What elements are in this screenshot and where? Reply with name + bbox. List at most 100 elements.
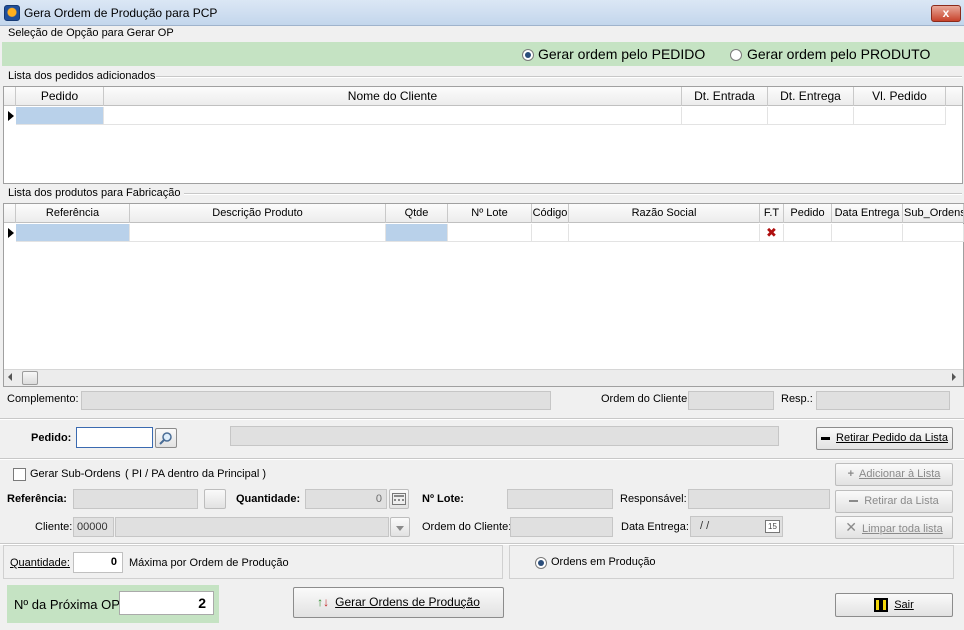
sub-ordens-hint: ( PI / PA dentro da Principal ) bbox=[125, 468, 267, 480]
divider bbox=[0, 418, 964, 420]
col-lote[interactable]: Nº Lote bbox=[448, 204, 532, 223]
quantidade-label: Quantidade: bbox=[236, 493, 301, 505]
table-cell[interactable] bbox=[854, 107, 946, 125]
sair-label: Sair bbox=[894, 599, 914, 611]
referencia-lookup-button[interactable] bbox=[204, 489, 226, 509]
col-descricao[interactable]: Descrição Produto bbox=[130, 204, 386, 223]
scroll-left-arrow-icon[interactable] bbox=[8, 373, 12, 381]
limpar-lista-button[interactable]: ✕ Limpar toda lista bbox=[835, 516, 953, 539]
responsavel-field bbox=[688, 489, 830, 509]
minus-icon bbox=[821, 436, 831, 440]
gerar-ordens-button[interactable]: ↑↓ Gerar Ordens de Produção bbox=[293, 587, 504, 618]
cliente-select bbox=[115, 517, 389, 537]
table-cell[interactable] bbox=[784, 224, 832, 242]
sair-button[interactable]: Sair bbox=[835, 593, 953, 617]
quantidade-field: 0 bbox=[305, 489, 387, 509]
table-cell[interactable] bbox=[903, 224, 964, 242]
col-pedido[interactable]: Pedido bbox=[784, 204, 832, 223]
referencia-label: Referência: bbox=[7, 493, 67, 505]
radio-produto[interactable] bbox=[730, 49, 742, 61]
current-row-indicator bbox=[8, 111, 14, 121]
col-ft[interactable]: F.T bbox=[760, 204, 784, 223]
table-cell[interactable] bbox=[448, 224, 532, 242]
scroll-right-arrow-icon[interactable] bbox=[952, 373, 956, 381]
table-cell[interactable] bbox=[130, 224, 386, 242]
col-dt-entrega[interactable]: Dt. Entrega bbox=[768, 87, 854, 106]
resp-label: Resp.: bbox=[781, 393, 813, 405]
table-cell[interactable] bbox=[682, 107, 768, 125]
col-dt-entrada[interactable]: Dt. Entrada bbox=[682, 87, 768, 106]
col-sub-ordens[interactable]: Sub_Ordens bbox=[903, 204, 964, 223]
produtos-table-header: Referência Descrição Produto Qtde Nº Lot… bbox=[4, 204, 964, 223]
table-cell[interactable] bbox=[768, 107, 854, 125]
pedidos-table[interactable]: Pedido Nome do Cliente Dt. Entrada Dt. E… bbox=[3, 86, 963, 184]
responsavel-label: Responsável: bbox=[620, 493, 687, 505]
retirar-lista-label: Retirar da Lista bbox=[864, 495, 939, 507]
close-button[interactable]: x bbox=[931, 5, 961, 22]
cliente-code-field: 00000 bbox=[73, 517, 114, 537]
calculator-button[interactable] bbox=[389, 489, 409, 509]
divider bbox=[184, 193, 962, 195]
table-cell[interactable] bbox=[832, 224, 903, 242]
quantidade-max-input[interactable]: 0 bbox=[73, 552, 123, 573]
current-row-indicator bbox=[8, 228, 14, 238]
table-cell[interactable] bbox=[386, 224, 448, 242]
ordem-cliente-sub-label: Ordem do Cliente: bbox=[422, 521, 512, 533]
data-entrega-field: / / 15 bbox=[690, 516, 783, 537]
app-icon bbox=[4, 5, 20, 21]
arrow-down-icon: ↓ bbox=[323, 595, 330, 609]
complemento-field bbox=[81, 391, 551, 410]
scrollbar-thumb[interactable] bbox=[22, 371, 38, 385]
pedido-label: Pedido: bbox=[31, 432, 72, 444]
ordem-cliente-sub-field bbox=[510, 517, 613, 537]
col-referencia[interactable]: Referência bbox=[16, 204, 130, 223]
plus-icon: + bbox=[847, 468, 855, 480]
quantidade-max-suffix: Máxima por Ordem de Produção bbox=[129, 557, 289, 569]
search-button[interactable] bbox=[155, 428, 177, 448]
table-cell[interactable] bbox=[16, 107, 104, 125]
clear-x-icon: ✕ bbox=[845, 519, 857, 535]
table-cell[interactable] bbox=[16, 224, 130, 242]
col-vl-pedido[interactable]: Vl. Pedido bbox=[854, 87, 946, 106]
cliente-label: Cliente: bbox=[35, 521, 73, 533]
col-razao-social[interactable]: Razão Social bbox=[569, 204, 760, 223]
radio-ordens-producao-label[interactable]: Ordens em Produção bbox=[551, 556, 656, 568]
divider bbox=[0, 458, 964, 460]
lote-field bbox=[507, 489, 613, 509]
cliente-dropdown-button[interactable] bbox=[390, 517, 410, 537]
limpar-lista-label: Limpar toda lista bbox=[862, 523, 943, 535]
pedido-input[interactable] bbox=[76, 427, 153, 448]
retirar-lista-button[interactable]: Retirar da Lista bbox=[835, 490, 953, 513]
data-entrega-label: Data Entrega: bbox=[621, 521, 689, 533]
col-qtde[interactable]: Qtde bbox=[386, 204, 448, 223]
referencia-field bbox=[73, 489, 198, 509]
quantidade-max-label: Quantidade: bbox=[10, 557, 70, 569]
row-indicator-header bbox=[4, 204, 16, 223]
retirar-pedido-button[interactable]: Retirar Pedido da Lista bbox=[816, 427, 953, 450]
produtos-table[interactable]: Referência Descrição Produto Qtde Nº Lot… bbox=[3, 203, 964, 387]
ordem-cliente-label: Ordem do Cliente: bbox=[601, 393, 691, 405]
produtos-label: Lista dos produtos para Fabricação bbox=[8, 187, 181, 199]
col-nome-cliente[interactable]: Nome do Cliente bbox=[104, 87, 682, 106]
horizontal-scrollbar[interactable] bbox=[4, 369, 963, 386]
col-data-entrega[interactable]: Data Entrega bbox=[832, 204, 903, 223]
radio-pedido-label[interactable]: Gerar ordem pelo PEDIDO bbox=[538, 46, 705, 62]
radio-produto-label[interactable]: Gerar ordem pelo PRODUTO bbox=[747, 46, 930, 62]
col-codigo[interactable]: Código bbox=[532, 204, 569, 223]
radio-pedido[interactable] bbox=[522, 49, 534, 61]
table-cell[interactable] bbox=[104, 107, 682, 125]
radio-ordens-producao[interactable] bbox=[535, 557, 547, 569]
gerar-ordens-label: Gerar Ordens de Produção bbox=[335, 595, 480, 609]
window-title: Gera Ordem de Produção para PCP bbox=[24, 6, 218, 20]
calendar-icon[interactable]: 15 bbox=[765, 520, 780, 533]
adicionar-lista-button[interactable]: + Adicionar à Lista bbox=[835, 463, 953, 486]
minus-icon bbox=[849, 500, 859, 503]
retirar-pedido-label: Retirar Pedido da Lista bbox=[836, 432, 948, 444]
sub-ordens-checkbox[interactable] bbox=[13, 468, 26, 481]
table-cell[interactable] bbox=[569, 224, 760, 242]
col-pedido[interactable]: Pedido bbox=[16, 87, 104, 106]
ft-cross-icon[interactable]: ✖ bbox=[760, 224, 784, 242]
pedido-cliente-display bbox=[230, 426, 779, 446]
table-cell[interactable] bbox=[532, 224, 569, 242]
sub-ordens-label[interactable]: Gerar Sub-Ordens bbox=[30, 468, 120, 480]
